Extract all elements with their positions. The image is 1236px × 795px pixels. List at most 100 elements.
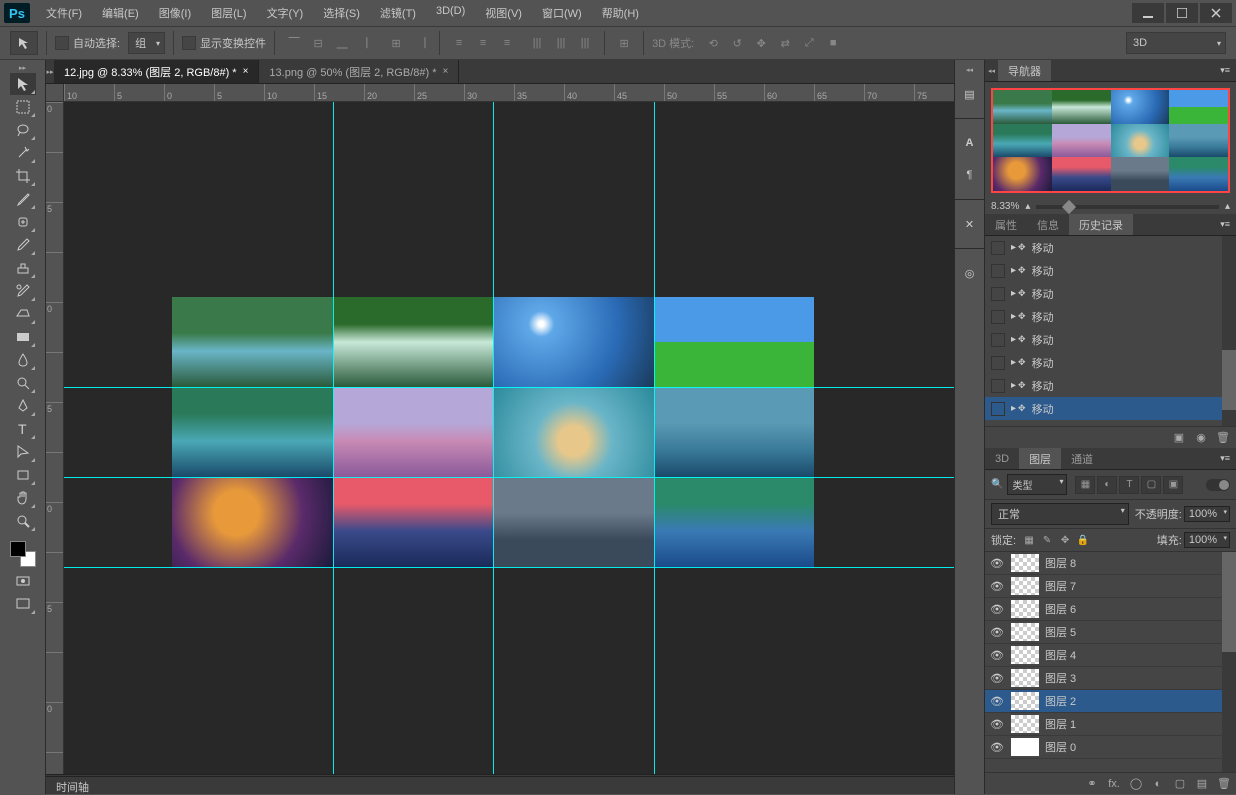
history-item[interactable]: ▸✥移动 xyxy=(985,328,1236,351)
layer-row[interactable]: 👁图层 8 xyxy=(985,552,1236,575)
filter-pixel-icon[interactable]: ▦ xyxy=(1075,476,1095,494)
visibility-icon[interactable]: 👁 xyxy=(989,672,1005,685)
canvas-viewport[interactable] xyxy=(64,102,954,774)
layer-name[interactable]: 图层 0 xyxy=(1045,739,1232,755)
layer-name[interactable]: 图层 4 xyxy=(1045,647,1232,663)
align-hcenter-icon[interactable]: ⊞ xyxy=(385,32,407,54)
history-tab[interactable]: 历史记录 xyxy=(1069,214,1133,235)
show-transform-option[interactable]: 显示变换控件 xyxy=(182,35,266,51)
gradient-tool[interactable] xyxy=(10,326,36,348)
scrollbar[interactable] xyxy=(1222,236,1236,426)
layer-thumbnail[interactable] xyxy=(1011,692,1039,710)
guide-vertical[interactable] xyxy=(493,102,494,774)
layer-thumbnail[interactable] xyxy=(1011,738,1039,756)
scrollbar-thumb[interactable] xyxy=(1222,552,1236,652)
properties-tab[interactable]: 属性 xyxy=(985,214,1027,235)
filter-adjustment-icon[interactable]: ◐ xyxy=(1097,476,1117,494)
blend-mode-dropdown[interactable]: 正常 xyxy=(991,503,1129,525)
history-item[interactable]: ▸✥移动 xyxy=(985,282,1236,305)
dist-left-icon[interactable]: ||| xyxy=(526,32,548,54)
zoom-tool[interactable] xyxy=(10,510,36,532)
layer-row[interactable]: 👁图层 1 xyxy=(985,713,1236,736)
quick-mask-tool[interactable] xyxy=(10,570,36,592)
history-brush-tool[interactable] xyxy=(10,280,36,302)
visibility-icon[interactable]: 👁 xyxy=(989,626,1005,639)
new-layer-icon[interactable]: ▤ xyxy=(1194,777,1210,790)
lasso-tool[interactable] xyxy=(10,119,36,141)
menu-layer[interactable]: 图层(L) xyxy=(203,1,254,25)
spot-heal-tool[interactable] xyxy=(10,211,36,233)
history-item[interactable]: ▸✥移动 xyxy=(985,397,1236,420)
history-item[interactable]: ▸✥移动 xyxy=(985,351,1236,374)
layer-thumbnail[interactable] xyxy=(1011,600,1039,618)
horizontal-ruler[interactable]: 1050510152025303540455055606570758085909… xyxy=(64,84,954,102)
menu-view[interactable]: 视图(V) xyxy=(477,1,530,25)
visibility-icon[interactable]: 👁 xyxy=(989,603,1005,616)
new-snapshot-icon[interactable]: ▣ xyxy=(1172,431,1186,445)
history-item[interactable]: ▸✥移动 xyxy=(985,305,1236,328)
panel-collapse-icon[interactable]: ◂◂ xyxy=(985,67,998,75)
move-tool[interactable] xyxy=(10,73,36,95)
close-icon[interactable]: × xyxy=(443,66,449,77)
group-icon[interactable]: ▢ xyxy=(1172,777,1188,790)
document-tab-1[interactable]: 12.jpg @ 8.33% (图层 2, RGB/8#) * × xyxy=(54,60,259,83)
align-vcenter-icon[interactable]: ⊟ xyxy=(307,32,329,54)
marquee-tool[interactable] xyxy=(10,96,36,118)
3d-slide-icon[interactable]: ⇄ xyxy=(774,32,796,54)
layer-thumbnail[interactable] xyxy=(1011,715,1039,733)
auto-align-icon[interactable]: ⊞ xyxy=(613,32,635,54)
current-tool-icon[interactable] xyxy=(10,31,38,55)
3d-tab[interactable]: 3D xyxy=(985,448,1019,469)
layer-name[interactable]: 图层 5 xyxy=(1045,624,1232,640)
align-right-icon[interactable]: ⎹ xyxy=(409,32,431,54)
layer-name[interactable]: 图层 3 xyxy=(1045,670,1232,686)
3d-pan-icon[interactable]: ✥ xyxy=(750,32,772,54)
layer-name[interactable]: 图层 6 xyxy=(1045,601,1232,617)
dist-hcenter-icon[interactable]: ||| xyxy=(550,32,572,54)
lock-pixels-icon[interactable]: ✎ xyxy=(1040,533,1054,547)
lock-transparency-icon[interactable]: ▦ xyxy=(1022,533,1036,547)
auto-select-option[interactable]: 自动选择: xyxy=(55,35,120,51)
cc-dock-icon[interactable]: ◎ xyxy=(958,261,982,285)
zoom-in-icon[interactable]: ▴ xyxy=(1225,201,1230,212)
menu-image[interactable]: 图像(I) xyxy=(151,1,199,25)
guide-horizontal[interactable] xyxy=(64,477,954,478)
navigator-zoom-slider[interactable] xyxy=(1036,205,1219,209)
visibility-icon[interactable]: 👁 xyxy=(989,580,1005,593)
menu-help[interactable]: 帮助(H) xyxy=(594,1,647,25)
navigator-zoom-value[interactable]: 8.33% xyxy=(991,201,1019,212)
layer-row[interactable]: 👁 图层 6 xyxy=(985,598,1236,621)
minimize-button[interactable] xyxy=(1132,3,1164,23)
character-dock-icon[interactable]: A xyxy=(958,131,982,155)
menu-file[interactable]: 文件(F) xyxy=(38,1,90,25)
menu-select[interactable]: 选择(S) xyxy=(315,1,368,25)
search-icon[interactable]: 🔍 xyxy=(991,479,1003,490)
hand-tool[interactable] xyxy=(10,487,36,509)
layer-row[interactable]: 👁 图层 3 xyxy=(985,667,1236,690)
panel-menu-icon[interactable]: ▾≡ xyxy=(1214,219,1236,230)
lock-position-icon[interactable]: ✥ xyxy=(1058,533,1072,547)
panel-menu-icon[interactable]: ▾≡ xyxy=(1214,453,1236,464)
link-layers-icon[interactable]: ⚭ xyxy=(1084,777,1100,790)
visibility-icon[interactable]: 👁 xyxy=(989,718,1005,731)
crop-tool[interactable] xyxy=(10,165,36,187)
opacity-value[interactable]: 100% xyxy=(1184,506,1230,522)
layer-filter-dropdown[interactable]: 类型 xyxy=(1007,474,1067,495)
layer-row[interactable]: 👁图层 7 xyxy=(985,575,1236,598)
history-item[interactable]: ▸✥移动 xyxy=(985,259,1236,282)
3d-camera-icon[interactable]: ■ xyxy=(822,32,844,54)
filter-type-icon[interactable]: T xyxy=(1119,476,1139,494)
scrollbar-thumb[interactable] xyxy=(1222,350,1236,410)
show-transform-checkbox[interactable] xyxy=(182,36,196,50)
visibility-icon[interactable]: 👁 xyxy=(989,695,1005,708)
foreground-color-swatch[interactable] xyxy=(10,541,26,557)
magic-wand-tool[interactable] xyxy=(10,142,36,164)
guide-vertical[interactable] xyxy=(654,102,655,774)
eyedropper-tool[interactable] xyxy=(10,188,36,210)
adjustment-layer-icon[interactable]: ◐ xyxy=(1150,778,1166,790)
layer-row[interactable]: 👁图层 4 xyxy=(985,644,1236,667)
close-button[interactable] xyxy=(1200,3,1232,23)
dock-expand-icon[interactable]: ◂◂ xyxy=(955,66,984,74)
layer-thumbnail[interactable] xyxy=(1011,577,1039,595)
dist-right-icon[interactable]: ||| xyxy=(574,32,596,54)
